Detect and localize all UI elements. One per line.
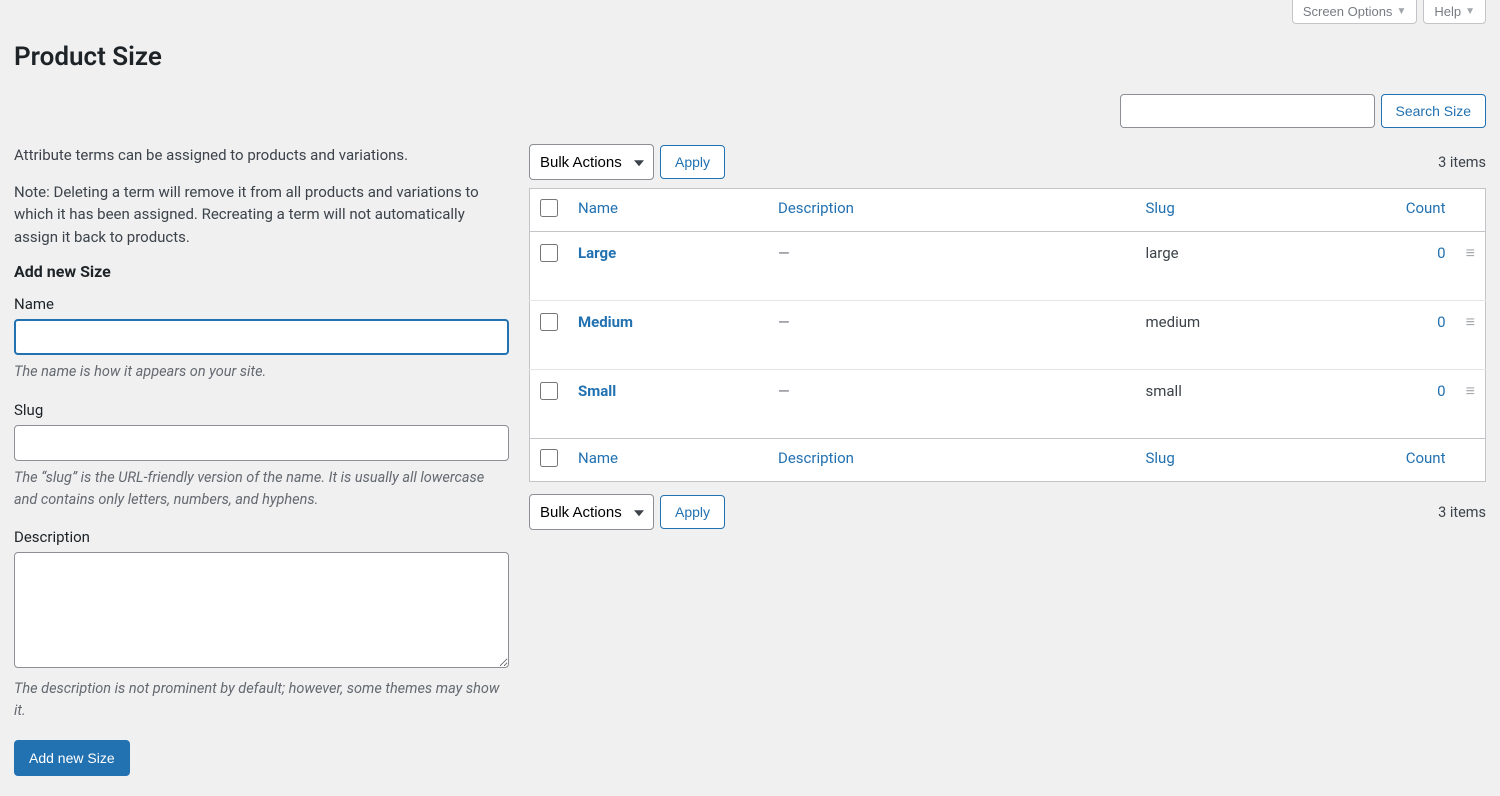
term-description: — xyxy=(778,244,790,262)
screen-options-button[interactable]: Screen Options ▼ xyxy=(1292,0,1418,24)
item-count-bottom: 3 items xyxy=(1438,504,1486,521)
chevron-down-icon: ▼ xyxy=(1465,6,1475,17)
help-label: Help xyxy=(1434,4,1461,19)
term-name-link[interactable]: Medium xyxy=(578,313,633,331)
name-input[interactable] xyxy=(14,319,509,355)
column-footer-description[interactable]: Description xyxy=(768,439,1136,482)
table-row: Small — small 0 ≡ xyxy=(530,370,1486,439)
column-footer-slug[interactable]: Slug xyxy=(1136,439,1366,482)
drag-handle-icon[interactable]: ≡ xyxy=(1466,312,1475,331)
drag-handle-icon[interactable]: ≡ xyxy=(1466,243,1475,262)
term-slug: medium xyxy=(1136,301,1366,370)
name-help: The name is how it appears on your site. xyxy=(14,361,509,383)
apply-button-top[interactable]: Apply xyxy=(660,145,725,179)
add-new-size-button[interactable]: Add new Size xyxy=(14,740,130,776)
term-count-link[interactable]: 0 xyxy=(1437,244,1445,262)
search-button[interactable]: Search Size xyxy=(1381,94,1486,128)
intro-text-1: Attribute terms can be assigned to produ… xyxy=(14,144,509,167)
bulk-actions-select-bottom[interactable]: Bulk Actions xyxy=(529,494,654,530)
screen-options-label: Screen Options xyxy=(1303,4,1393,19)
help-button[interactable]: Help ▼ xyxy=(1423,0,1486,24)
column-footer-count[interactable]: Count xyxy=(1366,439,1456,482)
description-label: Description xyxy=(14,528,509,546)
column-header-description[interactable]: Description xyxy=(768,189,1136,232)
term-count-link[interactable]: 0 xyxy=(1437,313,1445,331)
intro-text-2: Note: Deleting a term will remove it fro… xyxy=(14,181,509,249)
description-help: The description is not prominent by defa… xyxy=(14,678,509,722)
slug-input[interactable] xyxy=(14,425,509,461)
item-count-top: 3 items xyxy=(1438,154,1486,171)
drag-handle-icon[interactable]: ≡ xyxy=(1466,381,1475,400)
terms-table: Name Description Slug Count Large — larg… xyxy=(529,188,1486,482)
table-row: Medium — medium 0 ≡ xyxy=(530,301,1486,370)
select-all-top[interactable] xyxy=(540,199,558,217)
apply-button-bottom[interactable]: Apply xyxy=(660,495,725,529)
column-header-count[interactable]: Count xyxy=(1366,189,1456,232)
name-label: Name xyxy=(14,295,509,313)
term-slug: large xyxy=(1136,232,1366,301)
select-all-bottom[interactable] xyxy=(540,449,558,467)
row-checkbox[interactable] xyxy=(540,244,558,262)
term-name-link[interactable]: Small xyxy=(578,382,616,400)
term-description: — xyxy=(778,382,790,400)
column-footer-name[interactable]: Name xyxy=(568,439,768,482)
slug-label: Slug xyxy=(14,401,509,419)
column-header-slug[interactable]: Slug xyxy=(1136,189,1366,232)
table-row: Large — large 0 ≡ xyxy=(530,232,1486,301)
term-count-link[interactable]: 0 xyxy=(1437,382,1445,400)
search-input[interactable] xyxy=(1120,94,1375,128)
column-header-name[interactable]: Name xyxy=(568,189,768,232)
term-description: — xyxy=(778,313,790,331)
row-checkbox[interactable] xyxy=(540,313,558,331)
bulk-actions-select-top[interactable]: Bulk Actions xyxy=(529,144,654,180)
add-new-heading: Add new Size xyxy=(14,262,509,281)
term-name-link[interactable]: Large xyxy=(578,244,616,262)
term-slug: small xyxy=(1136,370,1366,439)
page-title: Product Size xyxy=(14,42,1486,72)
slug-help: The “slug” is the URL-friendly version o… xyxy=(14,467,509,511)
row-checkbox[interactable] xyxy=(540,382,558,400)
chevron-down-icon: ▼ xyxy=(1396,6,1406,17)
description-textarea[interactable] xyxy=(14,552,509,668)
